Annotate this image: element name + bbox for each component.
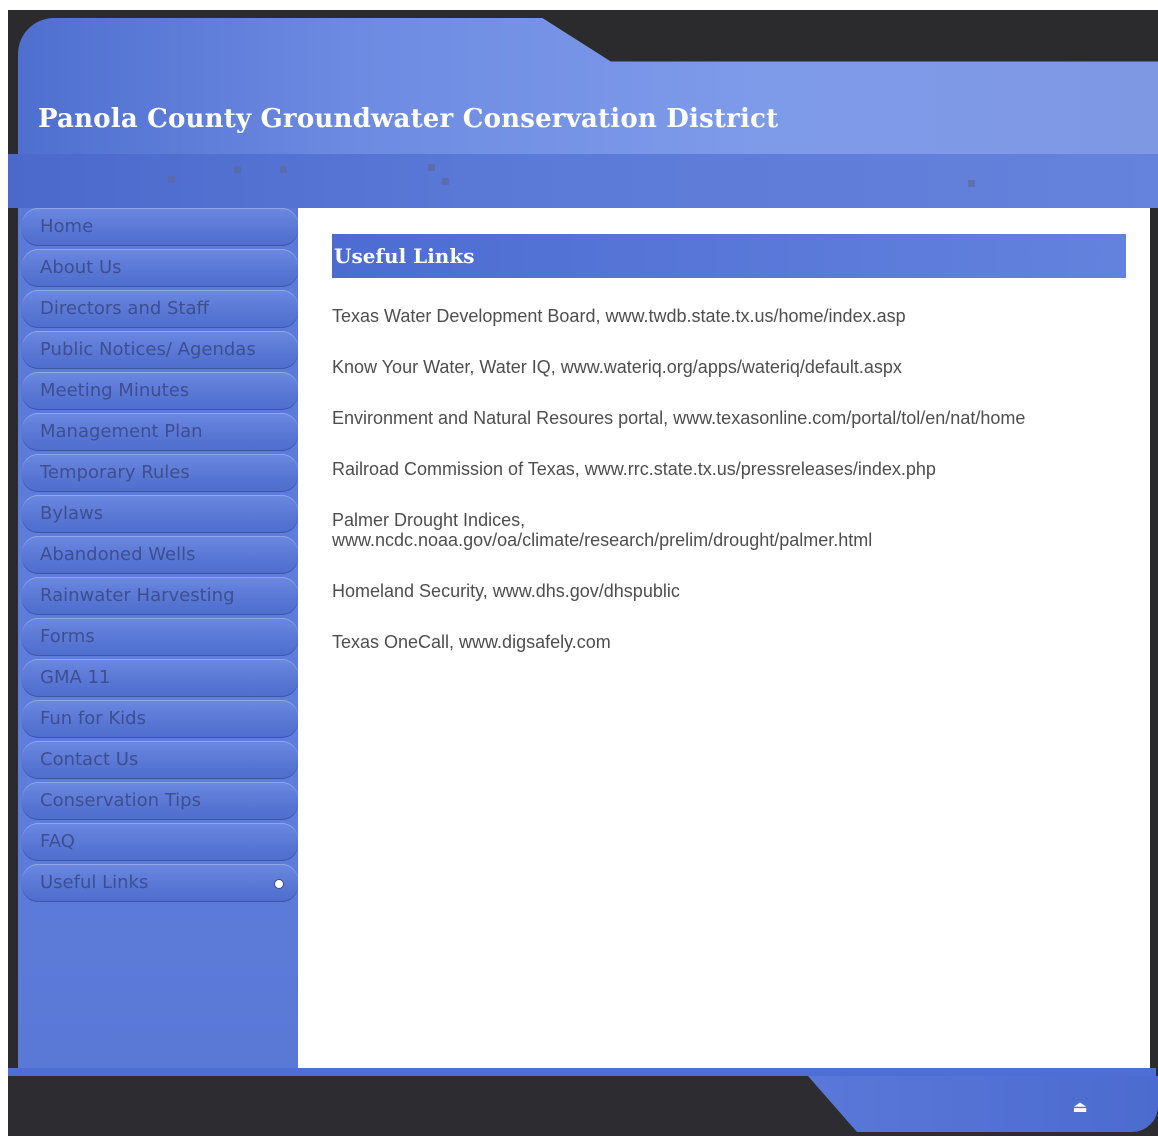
sidebar-item-management-plan[interactable]: Management Plan bbox=[22, 413, 298, 451]
sidebar-item-label: Fun for Kids bbox=[40, 708, 146, 729]
active-indicator-dot-icon bbox=[274, 879, 284, 889]
sidebar-item-label: FAQ bbox=[40, 831, 75, 852]
sidebar-item-label: Abandoned Wells bbox=[40, 544, 196, 565]
link-palmer-drought-indices[interactable]: Palmer Drought Indices, www.ncdc.noaa.go… bbox=[332, 510, 1132, 550]
sidebar-item-label: Conservation Tips bbox=[40, 790, 201, 811]
sidebar-item-label: Contact Us bbox=[40, 749, 139, 770]
sidebar-item-about-us[interactable]: About Us bbox=[22, 249, 298, 287]
decorative-square bbox=[428, 164, 435, 171]
sidebar-item-home[interactable]: Home bbox=[22, 208, 298, 246]
sidebar-item-label: Temporary Rules bbox=[40, 462, 190, 483]
sidebar-item-forms[interactable]: Forms bbox=[22, 618, 298, 656]
sidebar-item-public-notices-agendas[interactable]: Public Notices/ Agendas bbox=[22, 331, 298, 369]
link-homeland-security[interactable]: Homeland Security, www.dhs.gov/dhspublic bbox=[332, 581, 1132, 601]
link-texas-water-development-board[interactable]: Texas Water Development Board, www.twdb.… bbox=[332, 306, 1132, 326]
sidebar-item-label: About Us bbox=[40, 257, 122, 278]
sidebar-item-useful-links[interactable]: Useful Links bbox=[22, 864, 298, 902]
sidebar-item-label: GMA 11 bbox=[40, 667, 111, 688]
decorative-square bbox=[168, 176, 175, 183]
header-decorative-band bbox=[8, 154, 1158, 208]
sidebar-item-faq[interactable]: FAQ bbox=[22, 823, 298, 861]
section-title: Useful Links bbox=[334, 244, 475, 268]
sidebar-item-label: Rainwater Harvesting bbox=[40, 585, 235, 606]
useful-links-list: Texas Water Development Board, www.twdb.… bbox=[332, 306, 1132, 652]
sidebar-item-label: Public Notices/ Agendas bbox=[40, 339, 256, 360]
sidebar-item-label: Management Plan bbox=[40, 421, 203, 442]
decorative-square bbox=[968, 180, 975, 187]
site-title: Panola County Groundwater Conservation D… bbox=[38, 104, 779, 134]
eject-up-arrow-icon[interactable]: ⏏ bbox=[1070, 1099, 1090, 1115]
section-title-bar: Useful Links bbox=[332, 234, 1126, 278]
sidebar-item-bylaws[interactable]: Bylaws bbox=[22, 495, 298, 533]
sidebar-item-label: Home bbox=[40, 216, 94, 237]
link-know-your-water[interactable]: Know Your Water, Water IQ, www.wateriq.o… bbox=[332, 357, 1132, 377]
link-railroad-commission[interactable]: Railroad Commission of Texas, www.rrc.st… bbox=[332, 459, 1132, 479]
sidebar-item-label: Directors and Staff bbox=[40, 298, 209, 319]
sidebar-item-gma-11[interactable]: GMA 11 bbox=[22, 659, 298, 697]
sidebar-item-label: Forms bbox=[40, 626, 95, 647]
link-texas-onecall[interactable]: Texas OneCall, www.digsafely.com bbox=[332, 632, 1132, 652]
footer-accent-bar bbox=[8, 1068, 1156, 1076]
sidebar-item-contact-us[interactable]: Contact Us bbox=[22, 741, 298, 779]
sidebar-item-label: Bylaws bbox=[40, 503, 104, 524]
sidebar-item-label: Meeting Minutes bbox=[40, 380, 190, 401]
sidebar-item-meeting-minutes[interactable]: Meeting Minutes bbox=[22, 372, 298, 410]
link-url: www.ncdc.noaa.gov/oa/climate/research/pr… bbox=[332, 530, 873, 550]
link-environment-natural-resources[interactable]: Environment and Natural Resoures portal,… bbox=[332, 408, 1132, 428]
sidebar-item-temporary-rules[interactable]: Temporary Rules bbox=[22, 454, 298, 492]
link-title: Palmer Drought Indices, bbox=[332, 510, 526, 530]
sidebar-nav: Home About Us Directors and Staff Public… bbox=[22, 208, 298, 905]
decorative-square bbox=[442, 178, 449, 185]
decorative-square bbox=[280, 166, 287, 173]
sidebar-item-abandoned-wells[interactable]: Abandoned Wells bbox=[22, 536, 298, 574]
sidebar-item-conservation-tips[interactable]: Conservation Tips bbox=[22, 782, 298, 820]
decorative-square bbox=[234, 166, 241, 173]
sidebar-item-rainwater-harvesting[interactable]: Rainwater Harvesting bbox=[22, 577, 298, 615]
footer-tab bbox=[808, 1076, 1158, 1132]
sidebar-item-directors-and-staff[interactable]: Directors and Staff bbox=[22, 290, 298, 328]
sidebar-item-label: Useful Links bbox=[40, 872, 149, 893]
sidebar-item-fun-for-kids[interactable]: Fun for Kids bbox=[22, 700, 298, 738]
